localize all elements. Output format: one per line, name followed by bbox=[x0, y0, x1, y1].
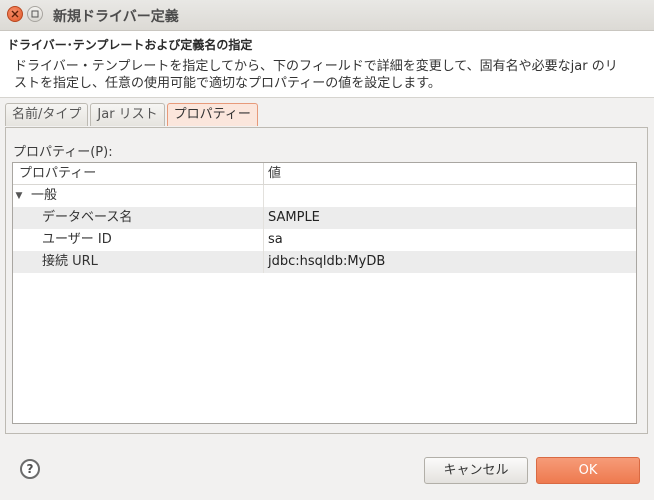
property-name: ユーザー ID bbox=[42, 232, 112, 247]
ok-button[interactable]: OK bbox=[536, 457, 640, 484]
help-icon: ? bbox=[26, 462, 34, 476]
row-divider bbox=[263, 185, 264, 207]
table-row[interactable]: ユーザー ID sa bbox=[13, 229, 636, 251]
table-row[interactable]: データベース名 SAMPLE bbox=[13, 207, 636, 229]
tab-properties[interactable]: プロパティー bbox=[166, 103, 258, 126]
property-name: 接続 URL bbox=[42, 254, 98, 269]
column-header-property[interactable]: プロパティー bbox=[19, 163, 96, 184]
dialog-header: ドライバー･テンプレートおよび定義名の指定 ドライバー・テンプレートを指定してか… bbox=[0, 31, 654, 98]
row-divider bbox=[263, 229, 264, 251]
cancel-button[interactable]: キャンセル bbox=[424, 457, 528, 484]
properties-panel: プロパティー(P): プロパティー 値 ▼ 一般 データベース名 SAMPLE … bbox=[5, 127, 648, 434]
column-header-value[interactable]: 値 bbox=[268, 163, 281, 184]
close-icon bbox=[11, 10, 19, 18]
row-divider bbox=[263, 251, 264, 273]
group-label: 一般 bbox=[31, 188, 58, 203]
properties-label: プロパティー(P): bbox=[13, 145, 113, 160]
column-divider[interactable] bbox=[263, 163, 264, 184]
expand-triangle-icon[interactable]: ▼ bbox=[13, 185, 25, 207]
dialog-window: 新規ドライバー定義 ドライバー･テンプレートおよび定義名の指定 ドライバー・テン… bbox=[0, 0, 654, 500]
window-title: 新規ドライバー定義 bbox=[53, 9, 179, 25]
title-bar: 新規ドライバー定義 bbox=[0, 0, 654, 31]
table-row-group-general[interactable]: ▼ 一般 bbox=[13, 185, 636, 207]
property-value[interactable]: jdbc:hsqldb:MyDB bbox=[268, 251, 385, 273]
property-value[interactable]: sa bbox=[268, 229, 283, 251]
tab-jar-list[interactable]: Jar リスト bbox=[90, 103, 165, 126]
table-header: プロパティー 値 bbox=[13, 163, 636, 185]
help-button[interactable]: ? bbox=[20, 459, 40, 479]
header-description: ドライバー・テンプレートを指定してから、下のフィールドで詳細を変更して、固有名や… bbox=[14, 59, 618, 91]
header-title: ドライバー･テンプレートおよび定義名の指定 bbox=[7, 38, 253, 52]
table-row[interactable]: 接続 URL jdbc:hsqldb:MyDB bbox=[13, 251, 636, 273]
close-window-button[interactable] bbox=[7, 6, 23, 22]
maximize-icon bbox=[31, 10, 39, 18]
row-divider bbox=[263, 207, 264, 229]
property-name: データベース名 bbox=[42, 210, 133, 225]
properties-table[interactable]: プロパティー 値 ▼ 一般 データベース名 SAMPLE ユーザー ID sa bbox=[12, 162, 637, 424]
maximize-window-button[interactable] bbox=[27, 6, 43, 22]
tab-bar: 名前/タイプ Jar リスト プロパティー bbox=[5, 103, 260, 127]
property-value[interactable]: SAMPLE bbox=[268, 207, 320, 229]
tab-name-type[interactable]: 名前/タイプ bbox=[5, 103, 89, 126]
